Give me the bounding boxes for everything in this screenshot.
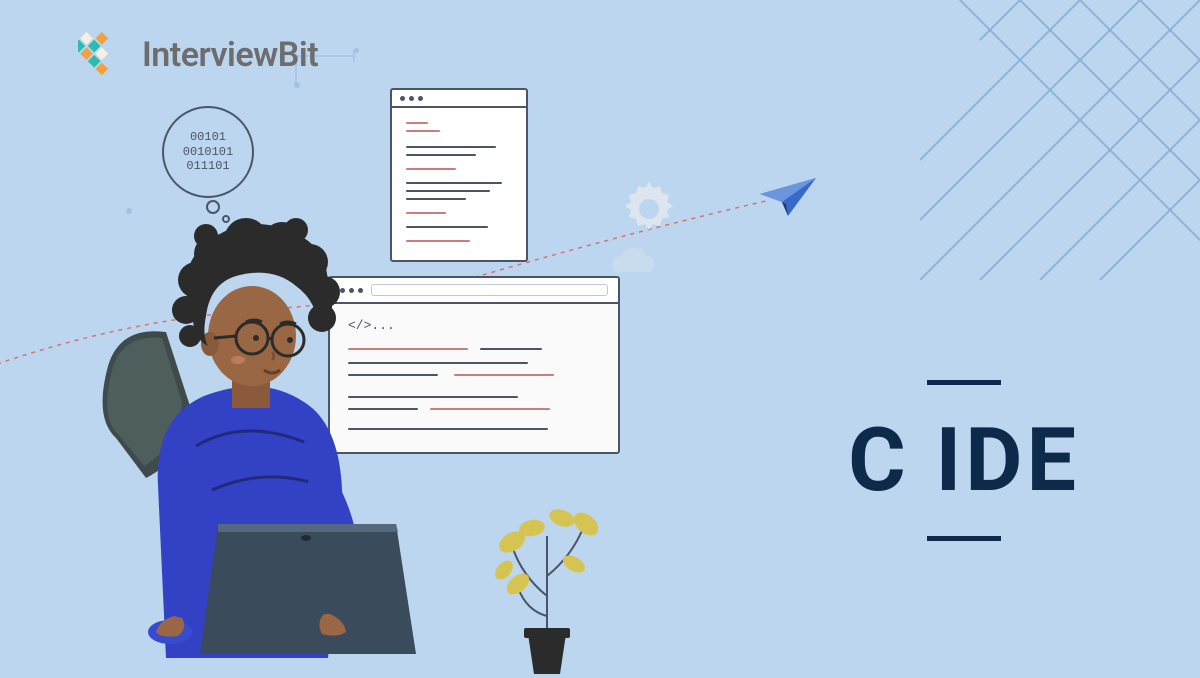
paper-plane-icon [758,176,820,222]
diamond-grid-icon [920,0,1200,280]
logo-mark-icon [78,28,132,82]
brand-name: InterviewBit [142,35,318,75]
bg-dot [126,208,132,214]
binary-line: 00101 [190,130,226,144]
binary-line: 011101 [186,159,229,173]
title-bar-top [927,380,1001,385]
plant-icon [472,476,622,676]
gear-icon [618,178,680,240]
brand-logo: InterviewBit [78,28,318,82]
binary-bubble-icon: 00101 0010101 011101 [162,106,254,198]
page-title: C IDE [848,409,1080,512]
thought-dot-icon [206,200,220,214]
title-bar-bottom [927,536,1001,541]
binary-line: 0010101 [183,145,233,159]
title-block: C IDE [848,380,1080,541]
person-illustration-icon [96,218,456,678]
